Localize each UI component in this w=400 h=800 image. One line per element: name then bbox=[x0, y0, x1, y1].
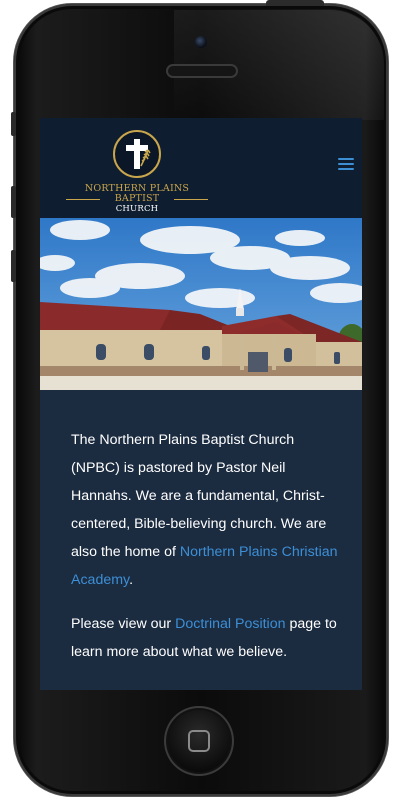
doctrine-text-start: Please view our bbox=[71, 616, 176, 632]
home-button[interactable] bbox=[164, 706, 234, 776]
intro-content: The Northern Plains Baptist Church (NPBC… bbox=[71, 426, 341, 682]
intro-paragraph: The Northern Plains Baptist Church (NPBC… bbox=[71, 426, 341, 594]
doctrinal-position-link[interactable]: Doctrinal Position bbox=[175, 616, 285, 632]
site-header: NORTHERN PLAINS BAPTIST CHURCH bbox=[40, 118, 362, 218]
logo-wordmark[interactable]: NORTHERN PLAINS BAPTIST CHURCH bbox=[66, 183, 208, 215]
volume-up-button bbox=[11, 186, 16, 218]
logo-line1: NORTHERN PLAINS BAPTIST bbox=[84, 183, 190, 204]
power-button bbox=[266, 0, 324, 6]
church-logo-icon[interactable] bbox=[113, 130, 161, 178]
cross-wheat-icon bbox=[126, 139, 151, 169]
phone-screen: NORTHERN PLAINS BAPTIST CHURCH The North… bbox=[40, 118, 362, 690]
mute-switch bbox=[11, 112, 16, 136]
logo-line2: CHURCH bbox=[115, 204, 159, 214]
front-camera bbox=[195, 36, 207, 48]
hamburger-icon[interactable] bbox=[338, 158, 354, 174]
home-square-icon bbox=[188, 730, 210, 752]
church-photo bbox=[40, 218, 362, 390]
intro-text: The Northern Plains Baptist Church (NPBC… bbox=[71, 432, 327, 560]
doctrine-paragraph: Please view our Doctrinal Position page … bbox=[71, 610, 341, 666]
intro-period: . bbox=[129, 572, 134, 588]
volume-down-button bbox=[11, 250, 16, 282]
earpiece-speaker bbox=[166, 64, 238, 78]
